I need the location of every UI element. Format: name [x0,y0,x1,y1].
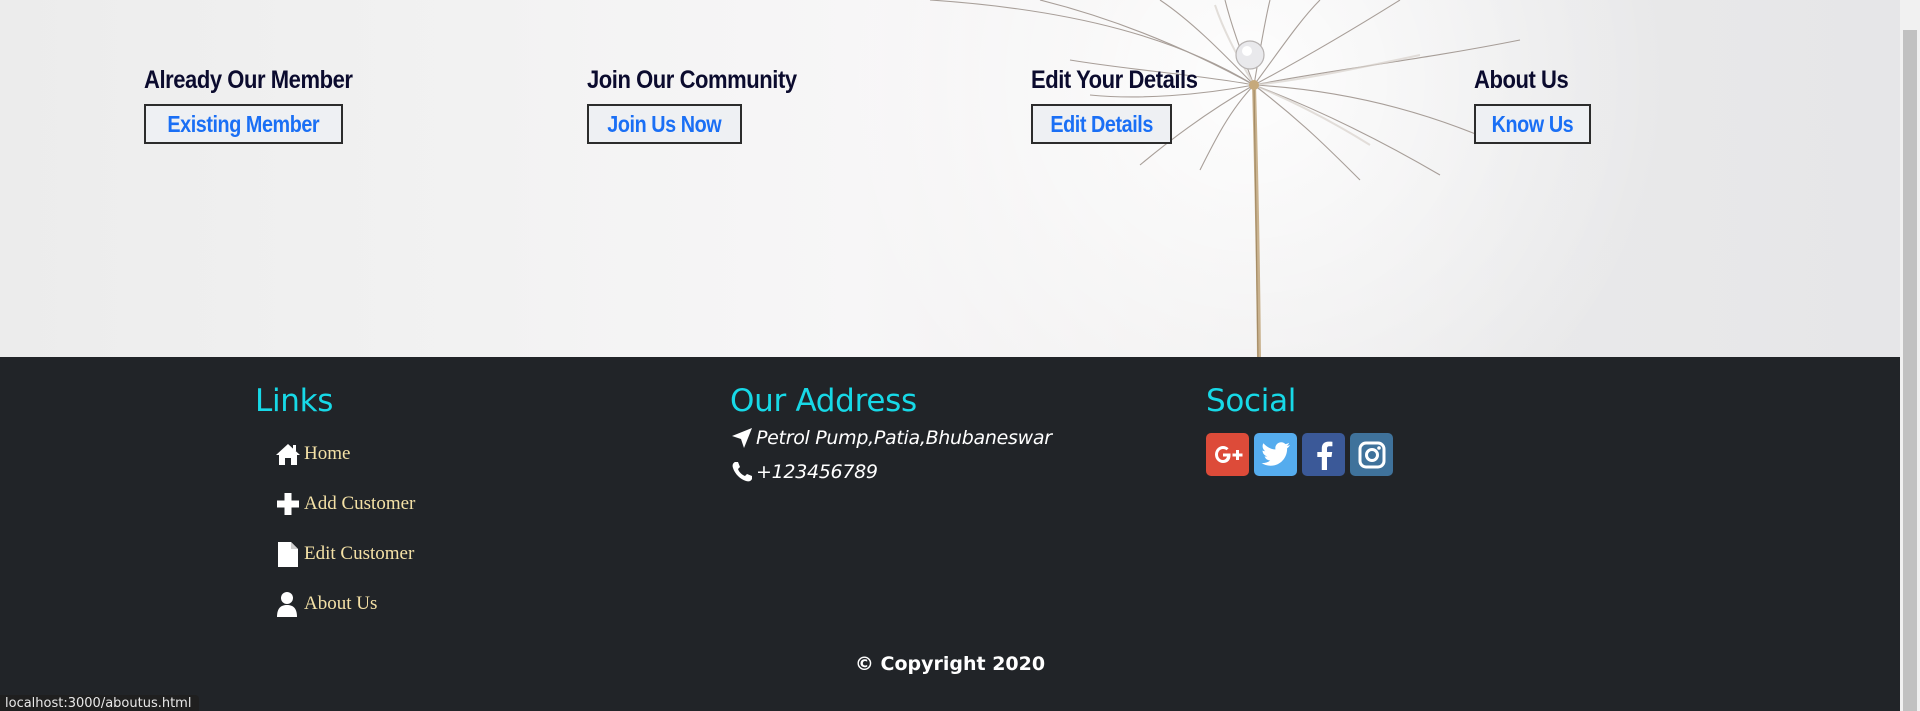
twitter-icon [1260,441,1290,466]
address-phone-row: +123456789 [730,455,1052,489]
google-plus-button[interactable] [1206,433,1249,476]
phone-icon [732,462,752,482]
list-item: About Us [275,579,415,629]
cta-join-community: Join Our Community Join Us Now [587,64,825,144]
instagram-button[interactable] [1350,433,1393,476]
copyright-text: © Copyright 2020 [854,653,1046,675]
cta-heading: Already Our Member [144,66,353,94]
cta-edit-details: Edit Your Details Edit Details [1031,64,1220,144]
link-label: Add Customer [304,493,416,514]
footer-social-section: Social [1206,381,1398,476]
add-customer-link[interactable]: Add Customer [275,491,415,517]
edit-customer-link[interactable]: Edit Customer [275,541,414,567]
link-status-url: localhost:3000/aboutus.html [0,695,200,711]
list-item: Add Customer [275,479,415,529]
dandelion-background-image [0,0,1900,357]
cta-about-us: About Us Know Us [1474,64,1591,144]
know-us-button[interactable]: Know Us [1474,104,1591,144]
address-heading: Our Address [730,383,917,419]
google-plus-icon [1214,445,1242,463]
vertical-scrollbar[interactable] [1900,0,1920,711]
plus-icon [277,493,299,515]
footer-links-section: Links Home Add Customer Edit Customer Ab… [255,381,415,629]
address-phone: +123456789 [756,461,878,483]
user-icon [277,592,297,617]
footer-address-section: Our Address Petrol Pump,Patia,Bhubaneswa… [730,381,1052,489]
cta-heading: Edit Your Details [1031,66,1198,94]
link-label: Edit Customer [304,543,415,564]
facebook-icon [1316,441,1332,470]
home-link[interactable]: Home [275,441,350,467]
location-arrow-icon [732,428,752,448]
home-icon [276,444,300,465]
hero-section: Already Our Member Existing Member Join … [0,0,1900,357]
footer: Links Home Add Customer Edit Customer Ab… [0,357,1900,711]
cta-heading: About Us [1474,66,1569,94]
social-heading: Social [1206,383,1297,419]
twitter-button[interactable] [1254,433,1297,476]
scrollbar-thumb[interactable] [1903,30,1917,711]
about-us-link[interactable]: About Us [275,591,377,617]
address-location: Petrol Pump,Patia,Bhubaneswar [756,427,1052,449]
cta-heading: Join Our Community [587,66,797,94]
instagram-icon [1358,441,1385,468]
list-item: Edit Customer [275,529,415,579]
address-location-row: Petrol Pump,Patia,Bhubaneswar [730,421,1052,455]
facebook-button[interactable] [1302,433,1345,476]
links-heading: Links [255,383,334,419]
existing-member-button[interactable]: Existing Member [144,104,343,144]
link-label: Home [304,443,351,464]
links-list: Home Add Customer Edit Customer About Us [275,429,415,629]
join-us-now-button[interactable]: Join Us Now [587,104,742,144]
edit-details-button[interactable]: Edit Details [1031,104,1173,144]
social-buttons [1206,433,1398,476]
list-item: Home [275,429,415,479]
cta-existing-member: Already Our Member Existing Member [144,64,381,144]
file-icon [278,542,298,567]
link-label: About Us [304,593,378,614]
